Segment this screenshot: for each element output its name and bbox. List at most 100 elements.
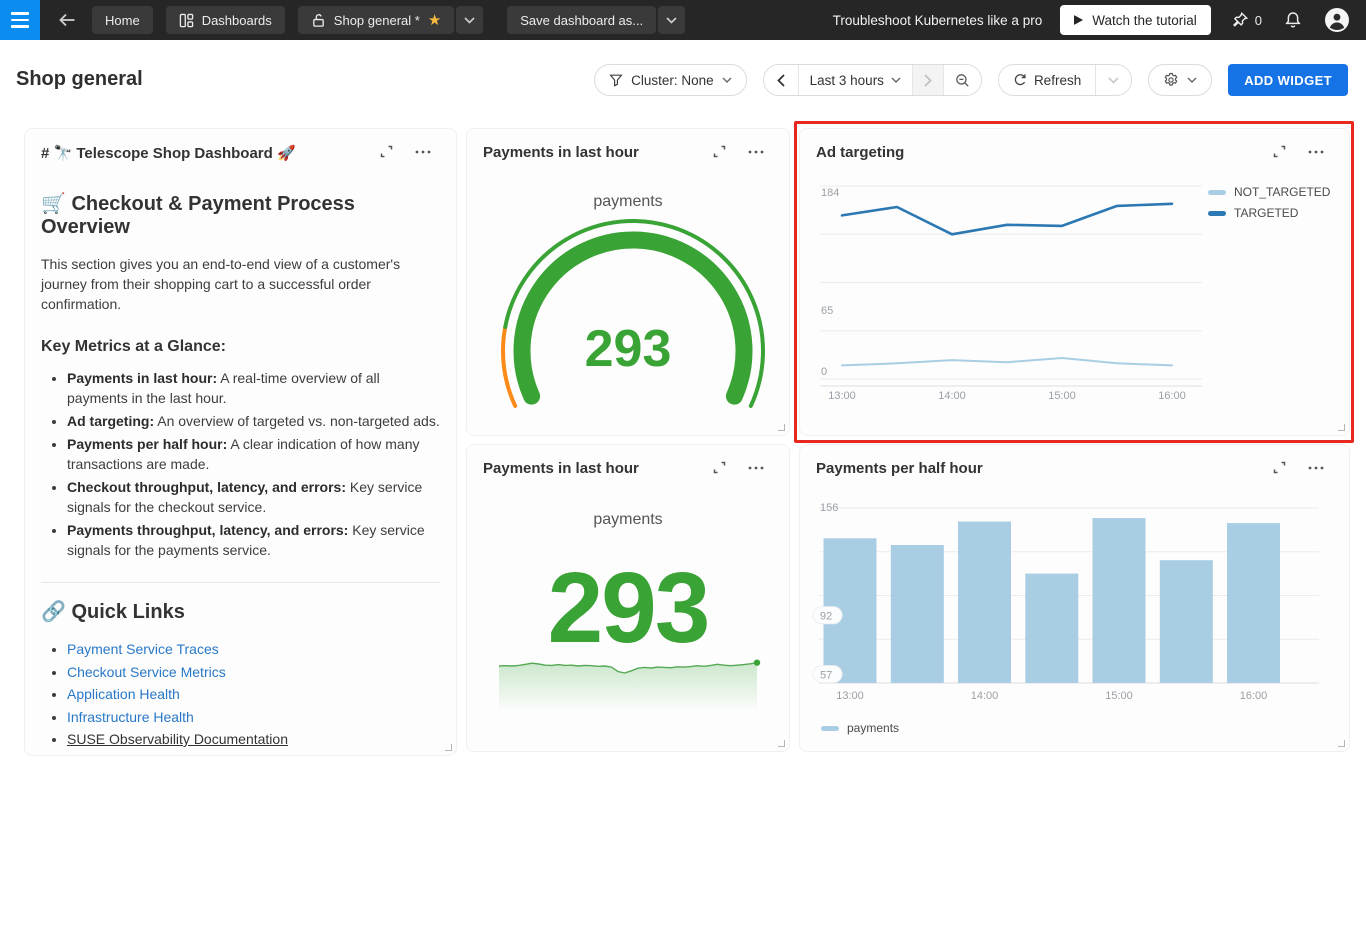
zoom-out-icon <box>955 73 970 88</box>
svg-text:0: 0 <box>821 366 827 378</box>
expand-widget-button[interactable] <box>379 144 394 162</box>
refresh-button[interactable]: Refresh <box>999 65 1095 95</box>
legend-item-not_targeted[interactable]: NOT_TARGETED <box>1208 185 1330 199</box>
payments-gauge-chart <box>467 189 791 437</box>
metrics-list: Payments in last hour: A real-time overv… <box>41 368 440 560</box>
nav-home-button[interactable]: Home <box>92 6 153 34</box>
hamburger-icon <box>11 12 29 15</box>
chevron-left-icon <box>777 74 785 87</box>
widget-menu-button[interactable] <box>414 144 432 162</box>
resize-handle[interactable] <box>445 744 452 751</box>
svg-text:15:00: 15:00 <box>1105 690 1133 702</box>
quick-link[interactable]: SUSE Observability Documentation <box>67 731 288 747</box>
ad-targeting-chart: 18465013:0014:0015:0016:00 <box>800 129 1351 437</box>
nav-current-dashboard-button[interactable]: Shop general * ★ <box>298 6 454 34</box>
quick-link[interactable]: Payment Service Traces <box>67 641 219 657</box>
metric-item: Checkout throughput, latency, and errors… <box>67 477 440 517</box>
quick-link[interactable]: Application Health <box>67 686 180 702</box>
metric-item-label: Checkout throughput, latency, and errors… <box>67 479 346 495</box>
save-dashboard-as-button[interactable]: Save dashboard as... <box>507 6 656 34</box>
legend-item-targeted[interactable]: TARGETED <box>1208 206 1330 220</box>
favorite-star-icon[interactable]: ★ <box>428 13 441 28</box>
resize-handle[interactable] <box>1338 740 1345 747</box>
svg-text:13:00: 13:00 <box>828 390 856 402</box>
svg-text:92: 92 <box>820 611 832 623</box>
ellipsis-icon <box>747 460 765 475</box>
markdown-content: 🛒 Checkout & Payment Process Overview Th… <box>41 175 440 751</box>
expand-widget-button[interactable] <box>712 144 727 162</box>
widget-menu-button[interactable] <box>747 460 765 478</box>
avatar-icon <box>1324 7 1350 33</box>
time-zoom-out-button[interactable] <box>943 65 981 95</box>
bell-icon <box>1284 11 1302 29</box>
unlock-icon <box>311 13 326 28</box>
navbar-right: Troubleshoot Kubernetes like a pro Watch… <box>833 5 1366 35</box>
watch-tutorial-button[interactable]: Watch the tutorial <box>1060 5 1211 35</box>
gauge-value: 293 <box>467 319 789 379</box>
widget-payments-gauge: Payments in last hour payments 293 <box>466 128 790 436</box>
chart-legend: payments <box>821 721 899 735</box>
nav-home-label: Home <box>105 13 140 28</box>
legend-label: TARGETED <box>1234 206 1298 220</box>
current-dashboard-label: Shop general * <box>334 13 420 28</box>
widget-header: # 🔭 Telescope Shop Dashboard 🚀 <box>41 144 440 164</box>
legend-swatch <box>821 726 839 731</box>
svg-text:16:00: 16:00 <box>1158 390 1186 402</box>
metric-item-label: Payments throughput, latency, and errors… <box>67 522 348 538</box>
metric-item: Payments per half hour: A clear indicati… <box>67 434 440 474</box>
pin-icon <box>1231 11 1249 29</box>
legend-label: payments <box>847 721 899 735</box>
notifications-button[interactable] <box>1282 9 1304 31</box>
dashboard-controls: Cluster: None Last 3 hours Refresh <box>594 64 1348 96</box>
svg-text:15:00: 15:00 <box>1048 390 1076 402</box>
save-dashboard-chevron[interactable] <box>658 6 685 34</box>
legend-label: NOT_TARGETED <box>1234 185 1330 199</box>
legend-item-payments[interactable]: payments <box>821 721 899 735</box>
widget-header: Payments in last hour <box>483 144 773 164</box>
payments-value: 293 <box>467 558 789 658</box>
nav-dashboards-button[interactable]: Dashboards <box>166 6 285 34</box>
add-widget-button[interactable]: ADD WIDGET <box>1228 64 1348 96</box>
dashboard-settings-button[interactable] <box>1148 64 1212 96</box>
dashboard-switcher-chevron[interactable] <box>456 6 483 34</box>
quick-links-heading: 🔗 Quick Links <box>41 599 440 624</box>
metrics-heading: Key Metrics at a Glance: <box>41 338 440 356</box>
resize-handle[interactable] <box>778 424 785 431</box>
quick-link-item: Payment Service Traces <box>67 638 440 661</box>
cluster-filter[interactable]: Cluster: None <box>594 64 747 96</box>
legend-swatch <box>1208 190 1226 195</box>
time-range-label: Last 3 hours <box>810 73 884 88</box>
widget-payments-number: Payments in last hour payments 293 <box>466 444 790 752</box>
time-range-selector[interactable]: Last 3 hours <box>798 65 912 95</box>
resize-handle[interactable] <box>778 740 785 747</box>
pin-button[interactable]: 0 <box>1229 9 1264 31</box>
user-avatar[interactable] <box>1322 5 1352 35</box>
chevron-down-icon <box>1108 77 1119 84</box>
resize-handle[interactable] <box>1338 424 1345 431</box>
pin-count: 0 <box>1255 13 1262 28</box>
widget-title: Payments in last hour <box>483 460 639 477</box>
refresh-options-chevron[interactable] <box>1095 65 1131 95</box>
svg-text:16:00: 16:00 <box>1240 690 1268 702</box>
widget-menu-button[interactable] <box>747 144 765 162</box>
quick-link[interactable]: Checkout Service Metrics <box>67 664 226 680</box>
expand-widget-button[interactable] <box>712 460 727 478</box>
ellipsis-icon <box>747 144 765 159</box>
widget-payments-per-half-hour: Payments per half hour 156925713:0014:00… <box>799 444 1350 752</box>
top-navbar: Home Dashboards Shop general * ★ Save da… <box>0 0 1366 40</box>
legend-swatch <box>1208 211 1226 216</box>
back-button[interactable] <box>48 0 86 40</box>
time-back-button[interactable] <box>764 65 798 95</box>
metric-item-label: Payments per half hour: <box>67 436 227 452</box>
svg-text:14:00: 14:00 <box>938 390 966 402</box>
quick-link[interactable]: Infrastructure Health <box>67 709 194 725</box>
menu-button[interactable] <box>0 0 40 40</box>
quick-links-list: Payment Service Traces Checkout Service M… <box>41 638 440 751</box>
save-dashboard-as-label: Save dashboard as... <box>520 13 643 28</box>
time-forward-button[interactable] <box>912 65 943 95</box>
metric-item-label: Ad targeting: <box>67 413 154 429</box>
svg-text:14:00: 14:00 <box>971 690 999 702</box>
chart-legend: NOT_TARGETED TARGETED <box>1208 185 1330 220</box>
nav-buttons: Home Dashboards Shop general * ★ Save da… <box>92 6 685 34</box>
quick-link-item: Infrastructure Health <box>67 706 440 729</box>
